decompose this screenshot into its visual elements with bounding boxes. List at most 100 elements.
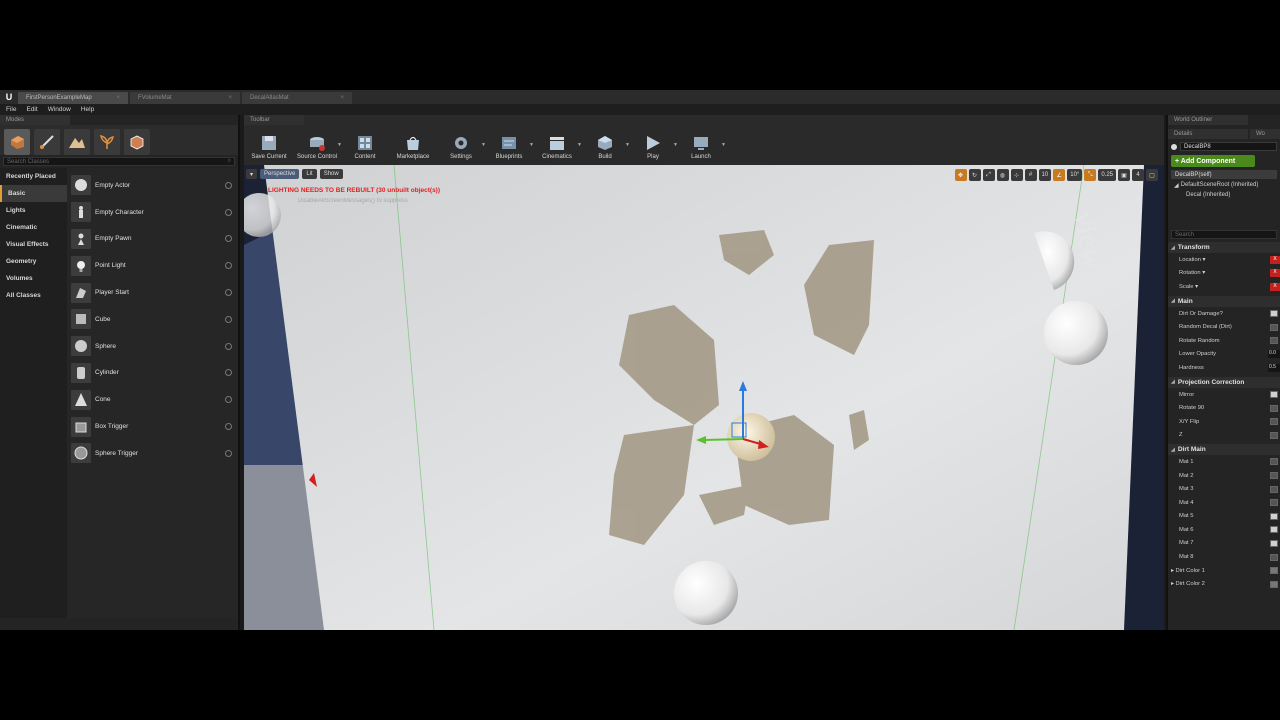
scale-snap-icon[interactable]: ⤡ <box>1084 169 1097 181</box>
prop-mat-3[interactable]: Mat 3 <box>1168 482 1280 496</box>
doc-tab-decalatlasmat[interactable]: DecalAtlasMat × <box>242 92 352 104</box>
prop-mat-2[interactable]: Mat 2 <box>1168 469 1280 483</box>
checkbox[interactable] <box>1270 418 1278 426</box>
close-icon[interactable]: × <box>116 95 120 101</box>
checkbox[interactable] <box>1270 337 1278 345</box>
category-basic[interactable]: Basic <box>0 185 67 202</box>
settings-button[interactable]: Settings ▼ <box>438 128 486 160</box>
search-classes-input[interactable]: Search Classes ⌕ <box>3 157 235 166</box>
help-icon[interactable] <box>225 262 232 270</box>
rotation-snap-value[interactable]: 10° <box>1067 169 1083 181</box>
help-icon[interactable] <box>225 449 232 457</box>
help-icon[interactable] <box>225 289 232 297</box>
camera-speed-icon[interactable]: ▣ <box>1118 169 1130 181</box>
class-item-empty-character[interactable]: Empty Character <box>67 199 238 226</box>
help-icon[interactable] <box>225 342 232 350</box>
save-current-button[interactable]: Save Current <box>246 128 292 160</box>
checkbox[interactable] <box>1270 526 1278 534</box>
class-item-player-start[interactable]: Player Start <box>67 279 238 306</box>
category-lights[interactable]: Lights <box>0 202 67 219</box>
prop-mat-4[interactable]: Mat 4 <box>1168 496 1280 510</box>
prop-random-decal[interactable]: Random Decal (Dirt) <box>1168 320 1280 334</box>
class-item-point-light[interactable]: Point Light <box>67 252 238 279</box>
rotation-snap-icon[interactable]: ∠ <box>1053 169 1066 181</box>
maximize-icon[interactable]: ▢ <box>1146 169 1158 181</box>
foliage-mode-icon[interactable] <box>94 129 120 155</box>
checkbox[interactable] <box>1270 431 1278 439</box>
geometry-mode-icon[interactable] <box>124 129 150 155</box>
class-item-empty-actor[interactable]: Empty Actor <box>67 172 238 199</box>
checkbox[interactable] <box>1270 499 1278 507</box>
checkbox[interactable] <box>1270 553 1278 561</box>
category-visual-effects[interactable]: Visual Effects <box>0 236 67 253</box>
prop-mat-7[interactable]: Mat 7 <box>1168 537 1280 551</box>
class-item-cylinder[interactable]: Cylinder <box>67 360 238 387</box>
surface-snap-icon[interactable]: ⊹ <box>1010 169 1023 181</box>
show-button[interactable]: Show <box>319 169 343 179</box>
modes-tab[interactable]: Modes <box>0 115 70 125</box>
checkbox[interactable] <box>1270 539 1278 547</box>
help-icon[interactable] <box>225 396 232 404</box>
prop-rotation[interactable]: Rotation ▾ X <box>1168 267 1280 281</box>
prop-mirror[interactable]: Mirror <box>1168 388 1280 402</box>
world-space-icon[interactable]: ◍ <box>996 169 1009 181</box>
color-swatch[interactable] <box>1270 580 1278 588</box>
rotate-mode-icon[interactable]: ↻ <box>968 169 981 181</box>
menu-edit[interactable]: Edit <box>26 106 37 113</box>
x-axis-field[interactable]: X <box>1270 269 1280 278</box>
toolbar-tab[interactable]: Toolbar <box>244 115 304 125</box>
grid-snap-icon[interactable]: # <box>1024 169 1037 181</box>
world-settings-tab[interactable]: Wo <box>1250 129 1280 139</box>
class-item-sphere[interactable]: Sphere <box>67 333 238 360</box>
class-item-empty-pawn[interactable]: Empty Pawn <box>67 226 238 253</box>
checkbox[interactable] <box>1270 323 1278 331</box>
chevron-down-icon[interactable]: ▼ <box>721 142 726 148</box>
checkbox[interactable] <box>1270 404 1278 412</box>
world-outliner-tab[interactable]: World Outliner <box>1168 115 1248 125</box>
prop-mat-8[interactable]: Mat 8 <box>1168 550 1280 564</box>
x-axis-field[interactable]: X <box>1270 255 1280 264</box>
prop-z[interactable]: Z <box>1168 429 1280 443</box>
doc-tab-fvolumemat[interactable]: FVolumeMat × <box>130 92 240 104</box>
class-item-box-trigger[interactable]: Box Trigger <box>67 413 238 440</box>
close-icon[interactable]: × <box>340 95 344 101</box>
perspective-button[interactable]: Perspective <box>260 169 300 179</box>
help-icon[interactable] <box>225 423 232 431</box>
landscape-mode-icon[interactable] <box>64 129 90 155</box>
category-cinematic[interactable]: Cinematic <box>0 219 67 236</box>
unreal-logo-icon[interactable]: U <box>0 90 18 104</box>
doc-tab-map[interactable]: FirstPersonExampleMap × <box>18 92 128 104</box>
number-field[interactable]: 0.5 <box>1268 363 1280 372</box>
help-icon[interactable] <box>225 235 232 243</box>
checkbox[interactable] <box>1270 310 1278 318</box>
details-search-input[interactable]: Search <box>1171 230 1277 239</box>
prop-rotate-90[interactable]: Rotate 90 <box>1168 401 1280 415</box>
scale-mode-icon[interactable]: ⤢ <box>982 169 995 181</box>
component-default-scene-root[interactable]: ◢ DefaultSceneRoot (Inherited) <box>1168 180 1280 190</box>
category-geometry[interactable]: Geometry <box>0 253 67 270</box>
checkbox[interactable] <box>1270 391 1278 399</box>
section-transform[interactable]: ◢ Transform <box>1168 242 1280 253</box>
prop-lower-opacity[interactable]: Lower Opacity 0.0 <box>1168 348 1280 362</box>
grid-snap-value[interactable]: 10 <box>1038 169 1052 181</box>
category-all-classes[interactable]: All Classes <box>0 287 67 304</box>
lit-button[interactable]: Lit <box>302 169 317 179</box>
content-button[interactable]: Content <box>342 128 388 160</box>
help-icon[interactable] <box>225 369 232 377</box>
prop-location[interactable]: Location ▾ X <box>1168 253 1280 267</box>
viewport-scene[interactable]: view <box>244 165 1164 630</box>
viewport-menu-button[interactable]: ▾ <box>246 169 258 179</box>
category-recently-placed[interactable]: Recently Placed <box>0 168 67 185</box>
marketplace-button[interactable]: Marketplace <box>390 128 436 160</box>
blueprints-button[interactable]: Blueprints ▼ <box>486 128 534 160</box>
checkbox[interactable] <box>1270 512 1278 520</box>
prop-mat-1[interactable]: Mat 1 <box>1168 455 1280 469</box>
prop-dirt-color-1[interactable]: ▸ Dirt Color 1 <box>1168 564 1280 578</box>
scale-snap-value[interactable]: 0.25 <box>1098 169 1116 181</box>
level-viewport[interactable]: view ▾ Perspective Lit Show LIGHTING NEE… <box>244 165 1164 630</box>
prop-rotate-random[interactable]: Rotate Random <box>1168 334 1280 348</box>
checkbox[interactable] <box>1270 472 1278 480</box>
menu-help[interactable]: Help <box>81 106 94 113</box>
sphere-actor[interactable] <box>1044 301 1108 365</box>
section-projection-correction[interactable]: ◢ Projection Correction <box>1168 376 1280 388</box>
